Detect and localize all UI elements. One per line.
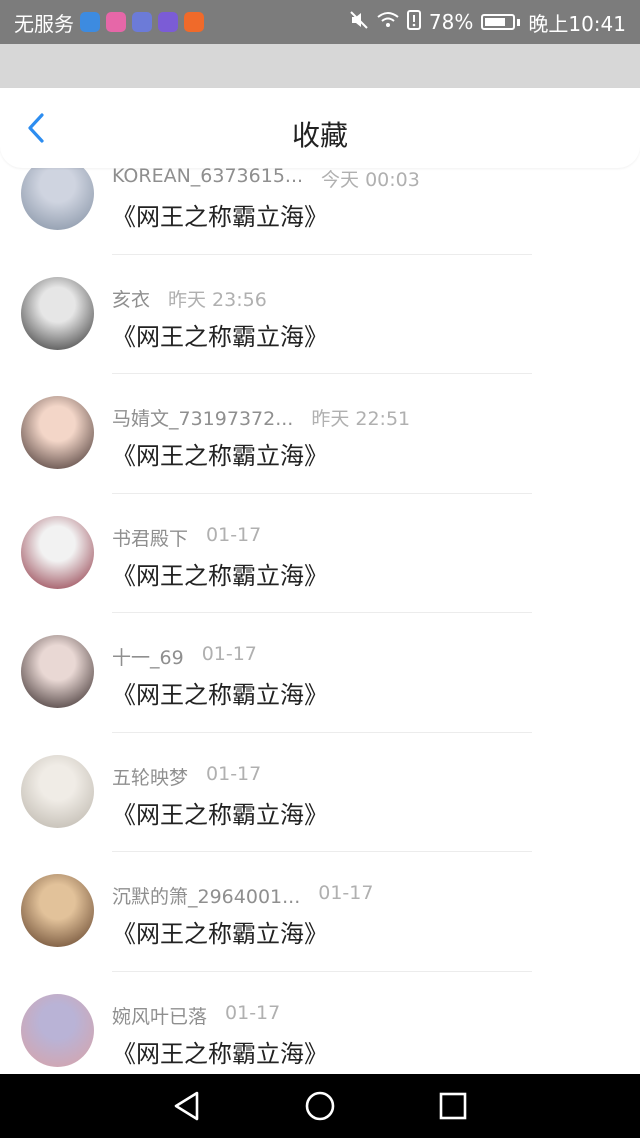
timestamp: 01-17 [206, 762, 262, 785]
avatar[interactable] [21, 635, 94, 708]
security-app-icon [80, 12, 100, 32]
music-app-icon [132, 12, 152, 32]
favorite-title: 《网王之称霸立海》 [112, 442, 328, 470]
gallery-app-icon [106, 12, 126, 32]
list-item[interactable]: 五轮映梦 01-17 《网王之称霸立海》 [0, 733, 640, 852]
favorite-title: 《网王之称霸立海》 [112, 561, 328, 590]
battery-tip [517, 18, 521, 26]
avatar[interactable] [21, 515, 94, 589]
browser-app-icon [158, 12, 178, 32]
favorites-list: KOREAN_6373615... 今天 00:03 《网王之称霸立海》 亥衣 昨天 2… [0, 135, 640, 1091]
item-meta: 亥衣 昨天 23:56 [112, 285, 267, 312]
favorite-title: 《网王之称霸立海》 [112, 920, 328, 948]
status-left: 无服务 [14, 8, 204, 37]
list-item[interactable]: 沉默的箫_2964001... 01-17 《网王之称霸立海》 [0, 852, 640, 972]
item-meta: 婉风叶已落 01-17 [112, 1002, 280, 1029]
nav-home-button[interactable] [300, 1086, 340, 1126]
timestamp: 01-17 [225, 1001, 281, 1024]
battery-percent: 78% [428, 10, 474, 34]
timestamp: 01-17 [206, 523, 262, 546]
item-meta: 十一_69 01-17 [112, 643, 257, 670]
header-backdrop [0, 44, 640, 88]
sim-alert-icon [406, 9, 421, 35]
item-meta: 沉默的箫_2964001... 01-17 [112, 882, 373, 909]
carrier-text: 无服务 [14, 11, 74, 36]
username[interactable]: 五轮映梦 [112, 763, 188, 790]
timestamp: 今天 00:03 [321, 169, 420, 191]
status-bar: 无服务 78% 晚上10:41 [0, 0, 640, 44]
favorite-title: 《网王之称霸立海》 [112, 203, 328, 231]
nav-back-button[interactable] [167, 1086, 207, 1126]
avatar[interactable] [21, 276, 94, 350]
status-right: 78% 晚上10:41 [349, 8, 626, 37]
avatar[interactable] [21, 754, 94, 828]
list-item[interactable]: 马婧文_73197372... 昨天 22:51 《网王之称霸立海》 [0, 374, 640, 494]
avatar[interactable] [21, 396, 94, 469]
timestamp: 昨天 23:56 [168, 288, 267, 311]
video-app-icon [184, 12, 204, 32]
page-title: 收藏 [291, 119, 348, 152]
list-item[interactable]: 亥衣 昨天 23:56 《网王之称霸立海》 [0, 255, 640, 374]
mute-icon [349, 10, 369, 35]
app-header: 收藏 [0, 88, 640, 168]
circle-home-icon [305, 1091, 335, 1121]
item-meta: 马婧文_73197372... 昨天 22:51 [112, 404, 410, 431]
item-meta: 书君殿下 01-17 [112, 524, 261, 551]
favorite-title: 《网王之称霸立海》 [112, 800, 328, 829]
favorite-title: 《网王之称霸立海》 [112, 681, 328, 709]
avatar[interactable] [21, 874, 94, 947]
wifi-icon [377, 10, 399, 34]
clock: 晚上10:41 [528, 11, 626, 36]
triangle-back-icon [174, 1091, 198, 1121]
battery-icon [481, 14, 516, 30]
list-item[interactable]: 书君殿下 01-17 《网王之称霸立海》 [0, 494, 640, 613]
list-item[interactable]: 十一_69 01-17 《网王之称霸立海》 [0, 613, 640, 733]
timestamp: 昨天 22:51 [311, 408, 411, 430]
nav-recents-button[interactable] [433, 1086, 473, 1126]
username[interactable]: 沉默的箫_2964001... [112, 882, 300, 909]
username[interactable]: 婉风叶已落 [112, 1002, 207, 1029]
username[interactable]: KOREAN_6373615... [112, 165, 303, 192]
square-recents-icon [440, 1092, 467, 1120]
item-meta: 五轮映梦 01-17 [112, 763, 261, 790]
item-meta: KOREAN_6373615... 今天 00:03 [112, 165, 420, 192]
username[interactable]: 十一_69 [112, 643, 184, 670]
timestamp: 01-17 [201, 643, 257, 665]
avatar[interactable] [21, 993, 94, 1067]
timestamp: 01-17 [318, 882, 374, 904]
screen: 无服务 78% 晚上10:41 收藏 KOREAN_6373615... 今天 … [0, 0, 640, 1138]
favorite-title: 《网王之称霸立海》 [112, 322, 328, 351]
favorite-title: 《网王之称霸立海》 [112, 1039, 328, 1068]
username[interactable]: 马婧文_73197372... [112, 404, 293, 431]
username[interactable]: 书君殿下 [112, 524, 188, 551]
username[interactable]: 亥衣 [112, 285, 150, 312]
system-nav-bar [0, 1074, 640, 1138]
